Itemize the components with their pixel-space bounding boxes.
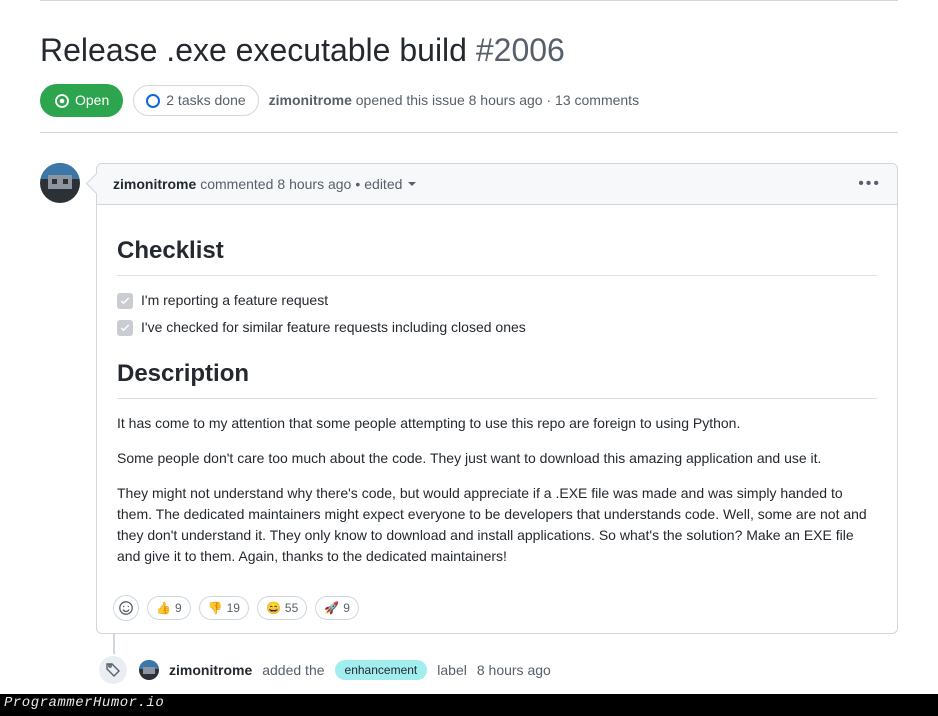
description-heading: Description [117,356,877,399]
tasks-progress-icon [146,94,160,108]
timeline: zimonitrome commented 8 hours ago • edit… [40,133,898,686]
issue-author[interactable]: zimonitrome [269,92,352,108]
event-time: 8 hours ago [477,660,551,681]
rocket-icon: 🚀 [324,599,339,617]
checkbox-checked-icon[interactable] [117,293,133,309]
footer-bar: ProgrammerHumor.io [0,694,938,716]
issue-meta-row: Open 2 tasks done zimonitrome opened thi… [40,84,898,117]
checklist: I'm reporting a feature request I've che… [117,290,877,338]
issue-byline: zimonitrome opened this issue 8 hours ag… [269,90,639,111]
comment-actions-menu[interactable]: ••• [858,172,881,196]
comment-edited[interactable]: edited [364,174,402,195]
issue-number: #2006 [476,32,565,68]
description-paragraph: It has come to my attention that some pe… [117,413,877,434]
reaction-thumbs-down[interactable]: 👎 19 [199,596,249,620]
label-enhancement[interactable]: enhancement [335,660,428,680]
event-avatar[interactable] [139,660,159,680]
tag-icon [105,662,121,678]
reaction-thumbs-up[interactable]: 👍 9 [147,596,191,620]
checklist-heading: Checklist [117,233,877,276]
checkbox-checked-icon[interactable] [117,320,133,336]
thumbs-down-icon: 👎 [208,599,223,617]
issue-state-text: Open [75,90,109,111]
avatar[interactable] [40,163,80,203]
issue-title: Release .exe executable build #2006 [40,26,898,74]
add-reaction-button[interactable] [113,595,139,621]
comment: zimonitrome commented 8 hours ago • edit… [40,163,898,634]
tasks-done-pill[interactable]: 2 tasks done [133,85,258,116]
smiley-icon [118,600,134,616]
reactions-bar: 👍 9 👎 19 😄 55 🚀 9 [97,587,897,633]
comment-author[interactable]: zimonitrome [113,174,196,195]
comment-box: zimonitrome commented 8 hours ago • edit… [96,163,898,634]
reaction-laugh[interactable]: 😄 55 [257,596,307,620]
issue-title-text: Release .exe executable build [40,32,467,68]
issue-open-icon [54,93,70,109]
issue-comments-count[interactable]: 13 comments [555,92,639,108]
description-paragraph: Some people don't care too much about th… [117,448,877,469]
issue-header: Release .exe executable build #2006 Open… [40,11,898,133]
comment-body: Checklist I'm reporting a feature reques… [97,205,897,587]
timeline-event-labeled: zimonitrome added the enhancement label … [40,654,898,686]
comment-time[interactable]: 8 hours ago [277,174,351,195]
checklist-item: I've checked for similar feature request… [117,317,877,338]
issue-state-badge: Open [40,84,123,117]
description-paragraph: They might not understand why there's co… [117,483,877,567]
watermark: ProgrammerHumor.io [4,693,164,714]
reaction-rocket[interactable]: 🚀 9 [315,596,359,620]
event-actor[interactable]: zimonitrome [169,660,252,681]
tasks-done-text: 2 tasks done [166,90,245,111]
comment-header: zimonitrome commented 8 hours ago • edit… [97,164,897,205]
checklist-item: I'm reporting a feature request [117,290,877,311]
laugh-icon: 😄 [266,599,281,617]
edited-caret-icon[interactable] [408,182,416,186]
thumbs-up-icon: 👍 [156,599,171,617]
event-badge [97,654,129,686]
